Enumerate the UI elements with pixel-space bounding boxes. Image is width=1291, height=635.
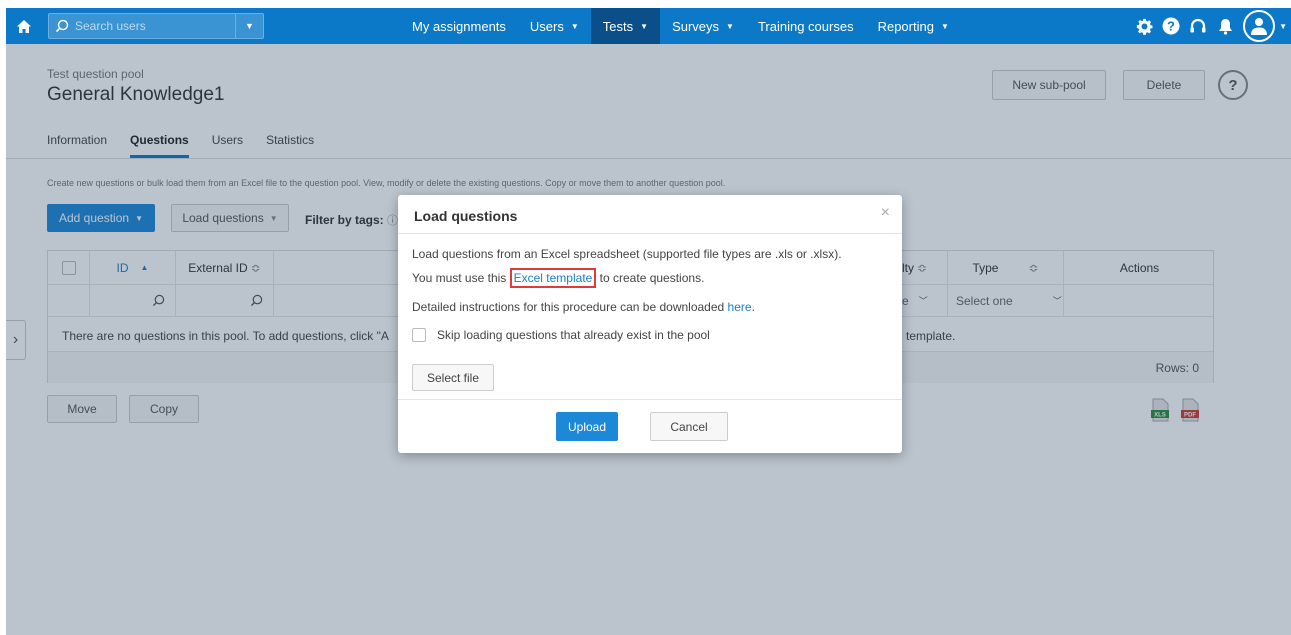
menu-label: Surveys <box>672 18 720 34</box>
bell-icon[interactable] <box>1213 8 1237 44</box>
chevron-down-icon: ▼ <box>726 21 734 31</box>
menu-label: Training courses <box>757 18 854 34</box>
main-menu: My assignments Users ▼ Tests ▼ Surveys ▼ Tr… <box>400 8 961 44</box>
skip-existing-label: Skip loading questions that already exis… <box>437 328 710 342</box>
chevron-down-icon: ▼ <box>940 21 949 31</box>
template-text-after: to create questions. <box>599 271 705 285</box>
menu-label: Tests <box>602 18 634 34</box>
menu-label: My assignments <box>412 18 506 34</box>
search-input[interactable] <box>75 19 225 33</box>
nav-right-icons: ? ▼ <box>1129 8 1287 44</box>
excel-template-link[interactable]: Excel template <box>509 268 597 288</box>
top-nav: ▼ My assignments Users ▼ Tests ▼ Surveys ▼ … <box>6 8 1291 44</box>
menu-item-reporting[interactable]: Reporting ▼ <box>866 8 961 44</box>
menu-item-training-courses[interactable]: Training courses <box>746 8 866 44</box>
menu-item-users[interactable]: Users ▼ <box>518 8 591 44</box>
menu-label: Reporting <box>877 18 934 34</box>
dialog-footer: Upload Cancel <box>398 399 902 453</box>
user-avatar[interactable] <box>1243 10 1276 42</box>
chevron-down-icon: ▼ <box>640 21 649 31</box>
load-questions-dialog: Load questions × Load questions from an … <box>398 195 902 453</box>
avatar-caret-icon[interactable]: ▼ <box>1279 22 1287 31</box>
menu-item-surveys[interactable]: Surveys ▼ <box>660 8 746 44</box>
user-icon <box>1251 18 1268 35</box>
search-icon <box>49 14 75 38</box>
help-icon[interactable]: ? <box>1159 8 1183 44</box>
download-text-before: Detailed instructions for this procedure… <box>412 300 725 314</box>
home-icon <box>17 19 31 33</box>
skip-existing-checkbox[interactable] <box>412 328 426 342</box>
menu-item-tests[interactable]: Tests ▼ <box>590 8 661 44</box>
dialog-header: Load questions × <box>398 195 902 234</box>
template-instructions: You must use this Excel template to crea… <box>412 268 705 288</box>
skip-existing-option[interactable]: Skip loading questions that already exis… <box>412 328 710 342</box>
select-file-button[interactable]: Select file <box>412 364 494 391</box>
svg-text:?: ? <box>1167 19 1175 34</box>
headset-icon[interactable] <box>1186 8 1210 44</box>
close-icon[interactable]: × <box>881 204 890 222</box>
download-instructions: Detailed instructions for this procedure… <box>412 300 755 314</box>
upload-button[interactable]: Upload <box>556 412 618 441</box>
dialog-instructions: Load questions from an Excel spreadsheet… <box>412 247 842 261</box>
chevron-down-icon: ▼ <box>570 21 579 31</box>
menu-item-my-assignments[interactable]: My assignments <box>400 8 518 44</box>
search-dropdown-icon[interactable]: ▼ <box>235 14 263 38</box>
instructions-here-link[interactable]: here <box>728 300 752 314</box>
cancel-button[interactable]: Cancel <box>650 412 728 441</box>
gear-icon[interactable] <box>1132 8 1156 44</box>
menu-label: Users <box>529 18 564 34</box>
home-button[interactable] <box>6 8 42 44</box>
dialog-title: Load questions <box>414 208 518 224</box>
template-text-before: You must use this <box>412 271 507 285</box>
download-text-after: . <box>751 300 755 314</box>
search-box[interactable]: ▼ <box>48 13 264 39</box>
